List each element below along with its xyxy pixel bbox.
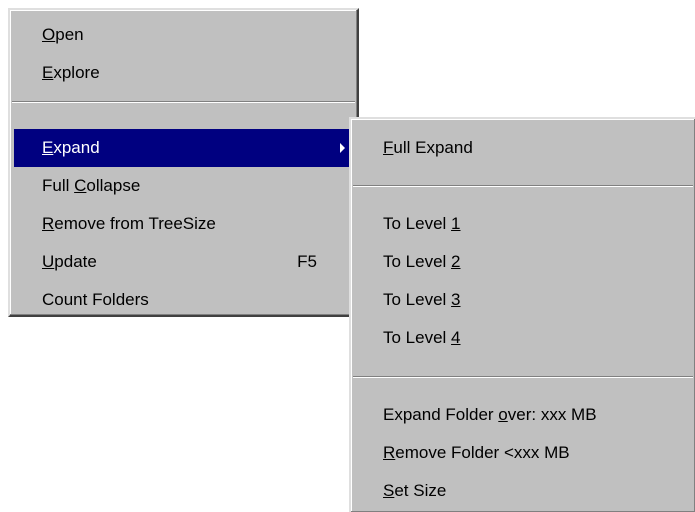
menu-item-expand[interactable]: Expand	[14, 129, 353, 167]
submenu-item-level-3[interactable]: To Level 3	[355, 281, 691, 319]
menu-item-full-collapse[interactable]: Full Collapse	[14, 167, 353, 205]
menu-item-explore-label: Explore	[42, 63, 100, 82]
menu-item-remove-from-treesize[interactable]: Remove from TreeSize	[14, 205, 353, 243]
menu-item-count-folders[interactable]: Count Folders	[14, 281, 353, 319]
menu-item-explore[interactable]: Explore	[14, 54, 353, 92]
submenu-arrow-icon	[340, 143, 345, 153]
submenu-item-expand-folder-over[interactable]: Expand Folder over: xxx MB	[355, 396, 691, 434]
menu-item-remove-from-treesize-label: Remove from TreeSize	[42, 214, 216, 233]
menu-item-update-label: Update	[42, 252, 97, 271]
menu-item-update[interactable]: Update F5	[14, 243, 353, 281]
menu-item-open-label: Open	[42, 25, 84, 44]
menu-separator	[12, 101, 355, 103]
submenu-item-level-4[interactable]: To Level 4	[355, 319, 691, 357]
menu-separator	[353, 376, 693, 378]
submenu-item-level-1[interactable]: To Level 1	[355, 205, 691, 243]
menu-separator	[353, 185, 693, 187]
submenu-item-level-3-label: To Level 3	[383, 290, 461, 309]
menu-item-update-shortcut: F5	[297, 252, 317, 271]
expand-submenu: Full Expand To Level 1 To Level 2 To Lev…	[349, 117, 695, 512]
menu-item-count-folders-label: Count Folders	[42, 290, 149, 309]
submenu-item-full-expand[interactable]: Full Expand	[355, 129, 691, 167]
submenu-item-set-size-label: Set Size	[383, 481, 447, 500]
submenu-item-expand-folder-over-label: Expand Folder over: xxx MB	[383, 405, 597, 424]
submenu-item-set-size[interactable]: Set Size	[355, 472, 691, 510]
submenu-item-level-2-label: To Level 2	[383, 252, 461, 271]
menu-item-open[interactable]: Open	[14, 16, 353, 54]
submenu-item-level-4-label: To Level 4	[383, 328, 461, 347]
submenu-item-level-1-label: To Level 1	[383, 214, 461, 233]
submenu-item-remove-folder[interactable]: Remove Folder <xxx MB	[355, 434, 691, 472]
menu-item-expand-label: Expand	[42, 138, 100, 157]
context-menu: Open Explore Expand Full Collapse Remove…	[8, 8, 359, 317]
menu-item-full-collapse-label: Full Collapse	[42, 176, 141, 195]
submenu-item-full-expand-label: Full Expand	[383, 138, 473, 157]
submenu-item-level-2[interactable]: To Level 2	[355, 243, 691, 281]
submenu-item-remove-folder-label: Remove Folder <xxx MB	[383, 443, 570, 462]
